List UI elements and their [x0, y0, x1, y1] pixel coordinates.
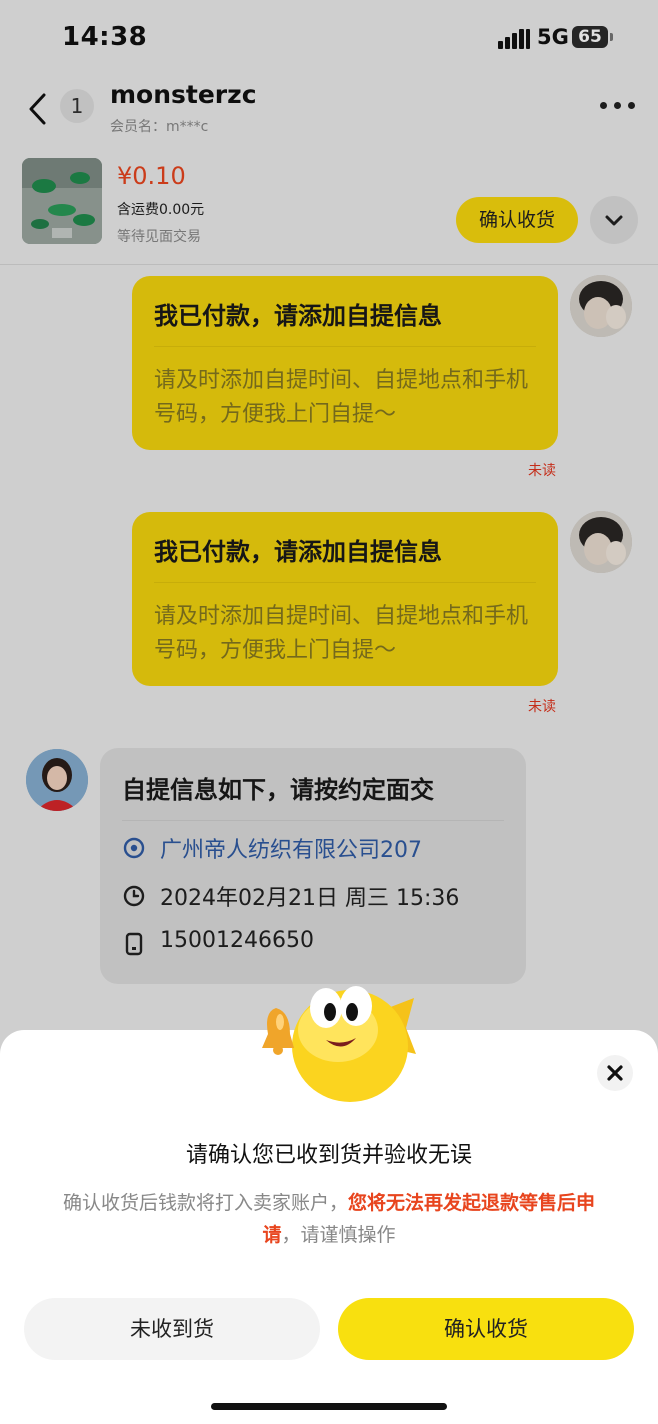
dialog-desc-suffix: ，请谨慎操作 — [281, 1224, 396, 1246]
dialog-description: 确认收货后钱款将打入卖家账户，您将无法再发起退款等售后申请，请谨慎操作 — [60, 1187, 598, 1251]
home-indicator[interactable] — [211, 1403, 447, 1410]
close-button[interactable] — [597, 1055, 633, 1091]
dialog-desc-prefix: 确认收货后钱款将打入卖家账户， — [62, 1192, 348, 1214]
fish-mascot-icon — [262, 986, 416, 1102]
confirm-receipt-button[interactable]: 确认收货 — [338, 1298, 634, 1360]
not-received-button[interactable]: 未收到货 — [24, 1298, 320, 1360]
dialog-title: 请确认您已收到货并验收无误 — [185, 1143, 472, 1168]
close-icon — [607, 1065, 623, 1081]
